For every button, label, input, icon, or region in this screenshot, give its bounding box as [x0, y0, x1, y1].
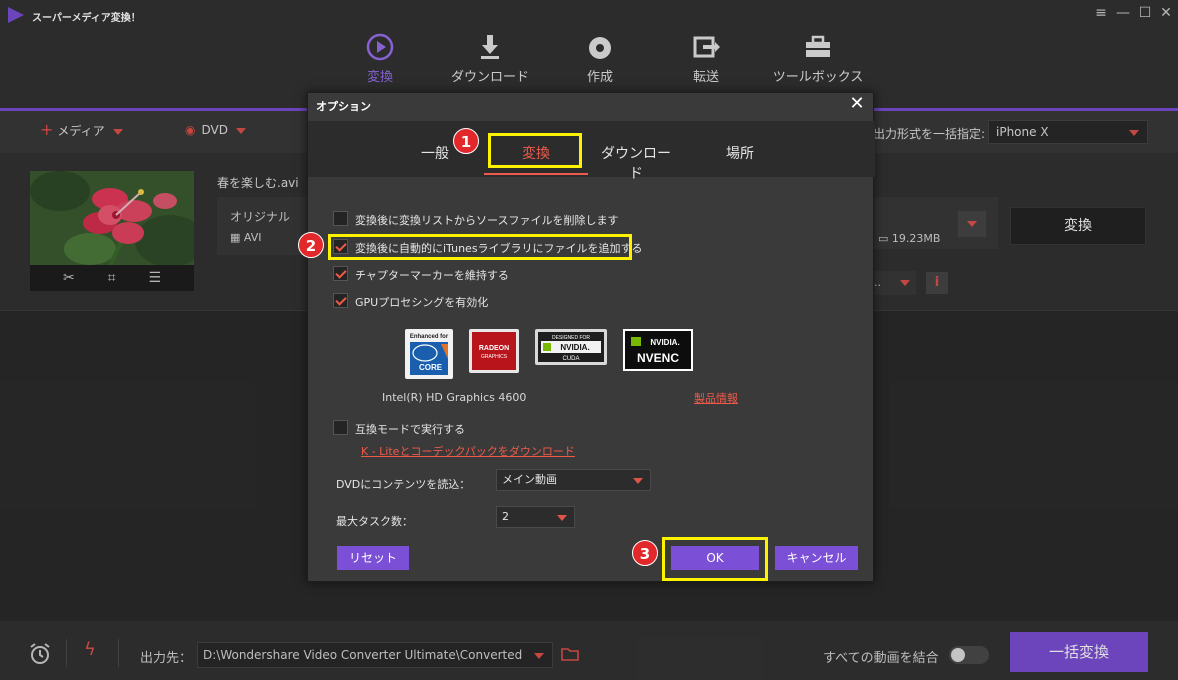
dialog-close-icon[interactable]: ✕	[847, 93, 867, 115]
codec-pack-link[interactable]: K - Liteとコーデックパックをダウンロード	[361, 443, 575, 459]
cuda-logo-sub-text: CUDA	[562, 356, 579, 362]
tab-download[interactable]: ダウンロード	[598, 143, 674, 183]
annotation-frame-tab	[488, 133, 582, 168]
radeon-logo-subtext: GRAPHICS	[481, 354, 508, 360]
tab-general[interactable]: 一般	[418, 143, 452, 163]
options-dialog: オプション ✕ 一般 変換 ダウンロード 場所 変換後に変換リストからソースファ…	[307, 92, 875, 582]
dialog-title: オプション	[316, 100, 371, 113]
radeon-logo-text: RADEON	[479, 345, 509, 352]
nvenc-logo-top-text: NVIDIA.	[650, 338, 679, 347]
reset-button[interactable]: リセット	[337, 546, 409, 570]
chapter-marker-label: チャプターマーカーを維持する	[355, 269, 509, 282]
active-tab-indicator	[484, 173, 588, 175]
gpu-label: GPUプロセシングを有効化	[355, 296, 489, 309]
gpu-checkbox[interactable]	[333, 293, 348, 308]
tab-location[interactable]: 場所	[721, 143, 759, 163]
chevron-down-icon	[557, 515, 567, 521]
dvd-load-value: メイン動画	[502, 473, 557, 486]
product-info-link[interactable]: 製品情報	[694, 390, 738, 406]
compat-mode-label: 互換モードで実行する	[355, 423, 465, 436]
max-tasks-value: 2	[502, 510, 509, 523]
intel-logo-core-text: CORE	[419, 363, 443, 372]
step-badge-2: 2	[298, 232, 324, 258]
amd-radeon-logo: RADEON GRAPHICS	[469, 329, 519, 373]
cuda-logo-top-text: DESIGNED FOR	[552, 335, 590, 341]
delete-source-checkbox[interactable]	[333, 211, 348, 226]
chapter-marker-checkbox[interactable]	[333, 266, 348, 281]
max-tasks-label: 最大タスク数：	[336, 515, 413, 528]
dialog-tabs: 一般 変換 ダウンロード 場所	[308, 121, 875, 182]
step-badge-1: 1	[453, 128, 479, 154]
nvidia-cuda-logo: DESIGNED FOR NVIDIA. CUDA	[535, 329, 607, 365]
step-badge-3: 3	[632, 540, 658, 566]
max-tasks-select[interactable]: 2	[496, 506, 575, 528]
annotation-frame-ok	[662, 537, 768, 581]
cuda-logo-name-text: NVIDIA.	[560, 343, 589, 352]
annotation-frame-itunes	[328, 234, 632, 260]
nvidia-nvenc-logo: NVIDIA. NVENC	[623, 329, 693, 371]
nvenc-logo-name-text: NVENC	[637, 351, 679, 365]
intel-logo-top-text: Enhanced for	[410, 334, 449, 340]
gpu-name: Intel(R) HD Graphics 4600	[382, 391, 527, 404]
intel-core-logo: Enhanced for CORE	[405, 329, 453, 379]
gpu-logos: Enhanced for CORE RADEON GRAPHICS DESIGN…	[405, 329, 705, 379]
cancel-button[interactable]: キャンセル	[775, 546, 858, 570]
dvd-load-select[interactable]: メイン動画	[496, 469, 651, 491]
chevron-down-icon	[633, 478, 643, 484]
compat-mode-checkbox[interactable]	[333, 420, 348, 435]
delete-source-label: 変換後に変換リストからソースファイルを削除します	[355, 214, 619, 227]
dvd-load-label: DVDにコンテンツを読込：	[336, 478, 471, 491]
